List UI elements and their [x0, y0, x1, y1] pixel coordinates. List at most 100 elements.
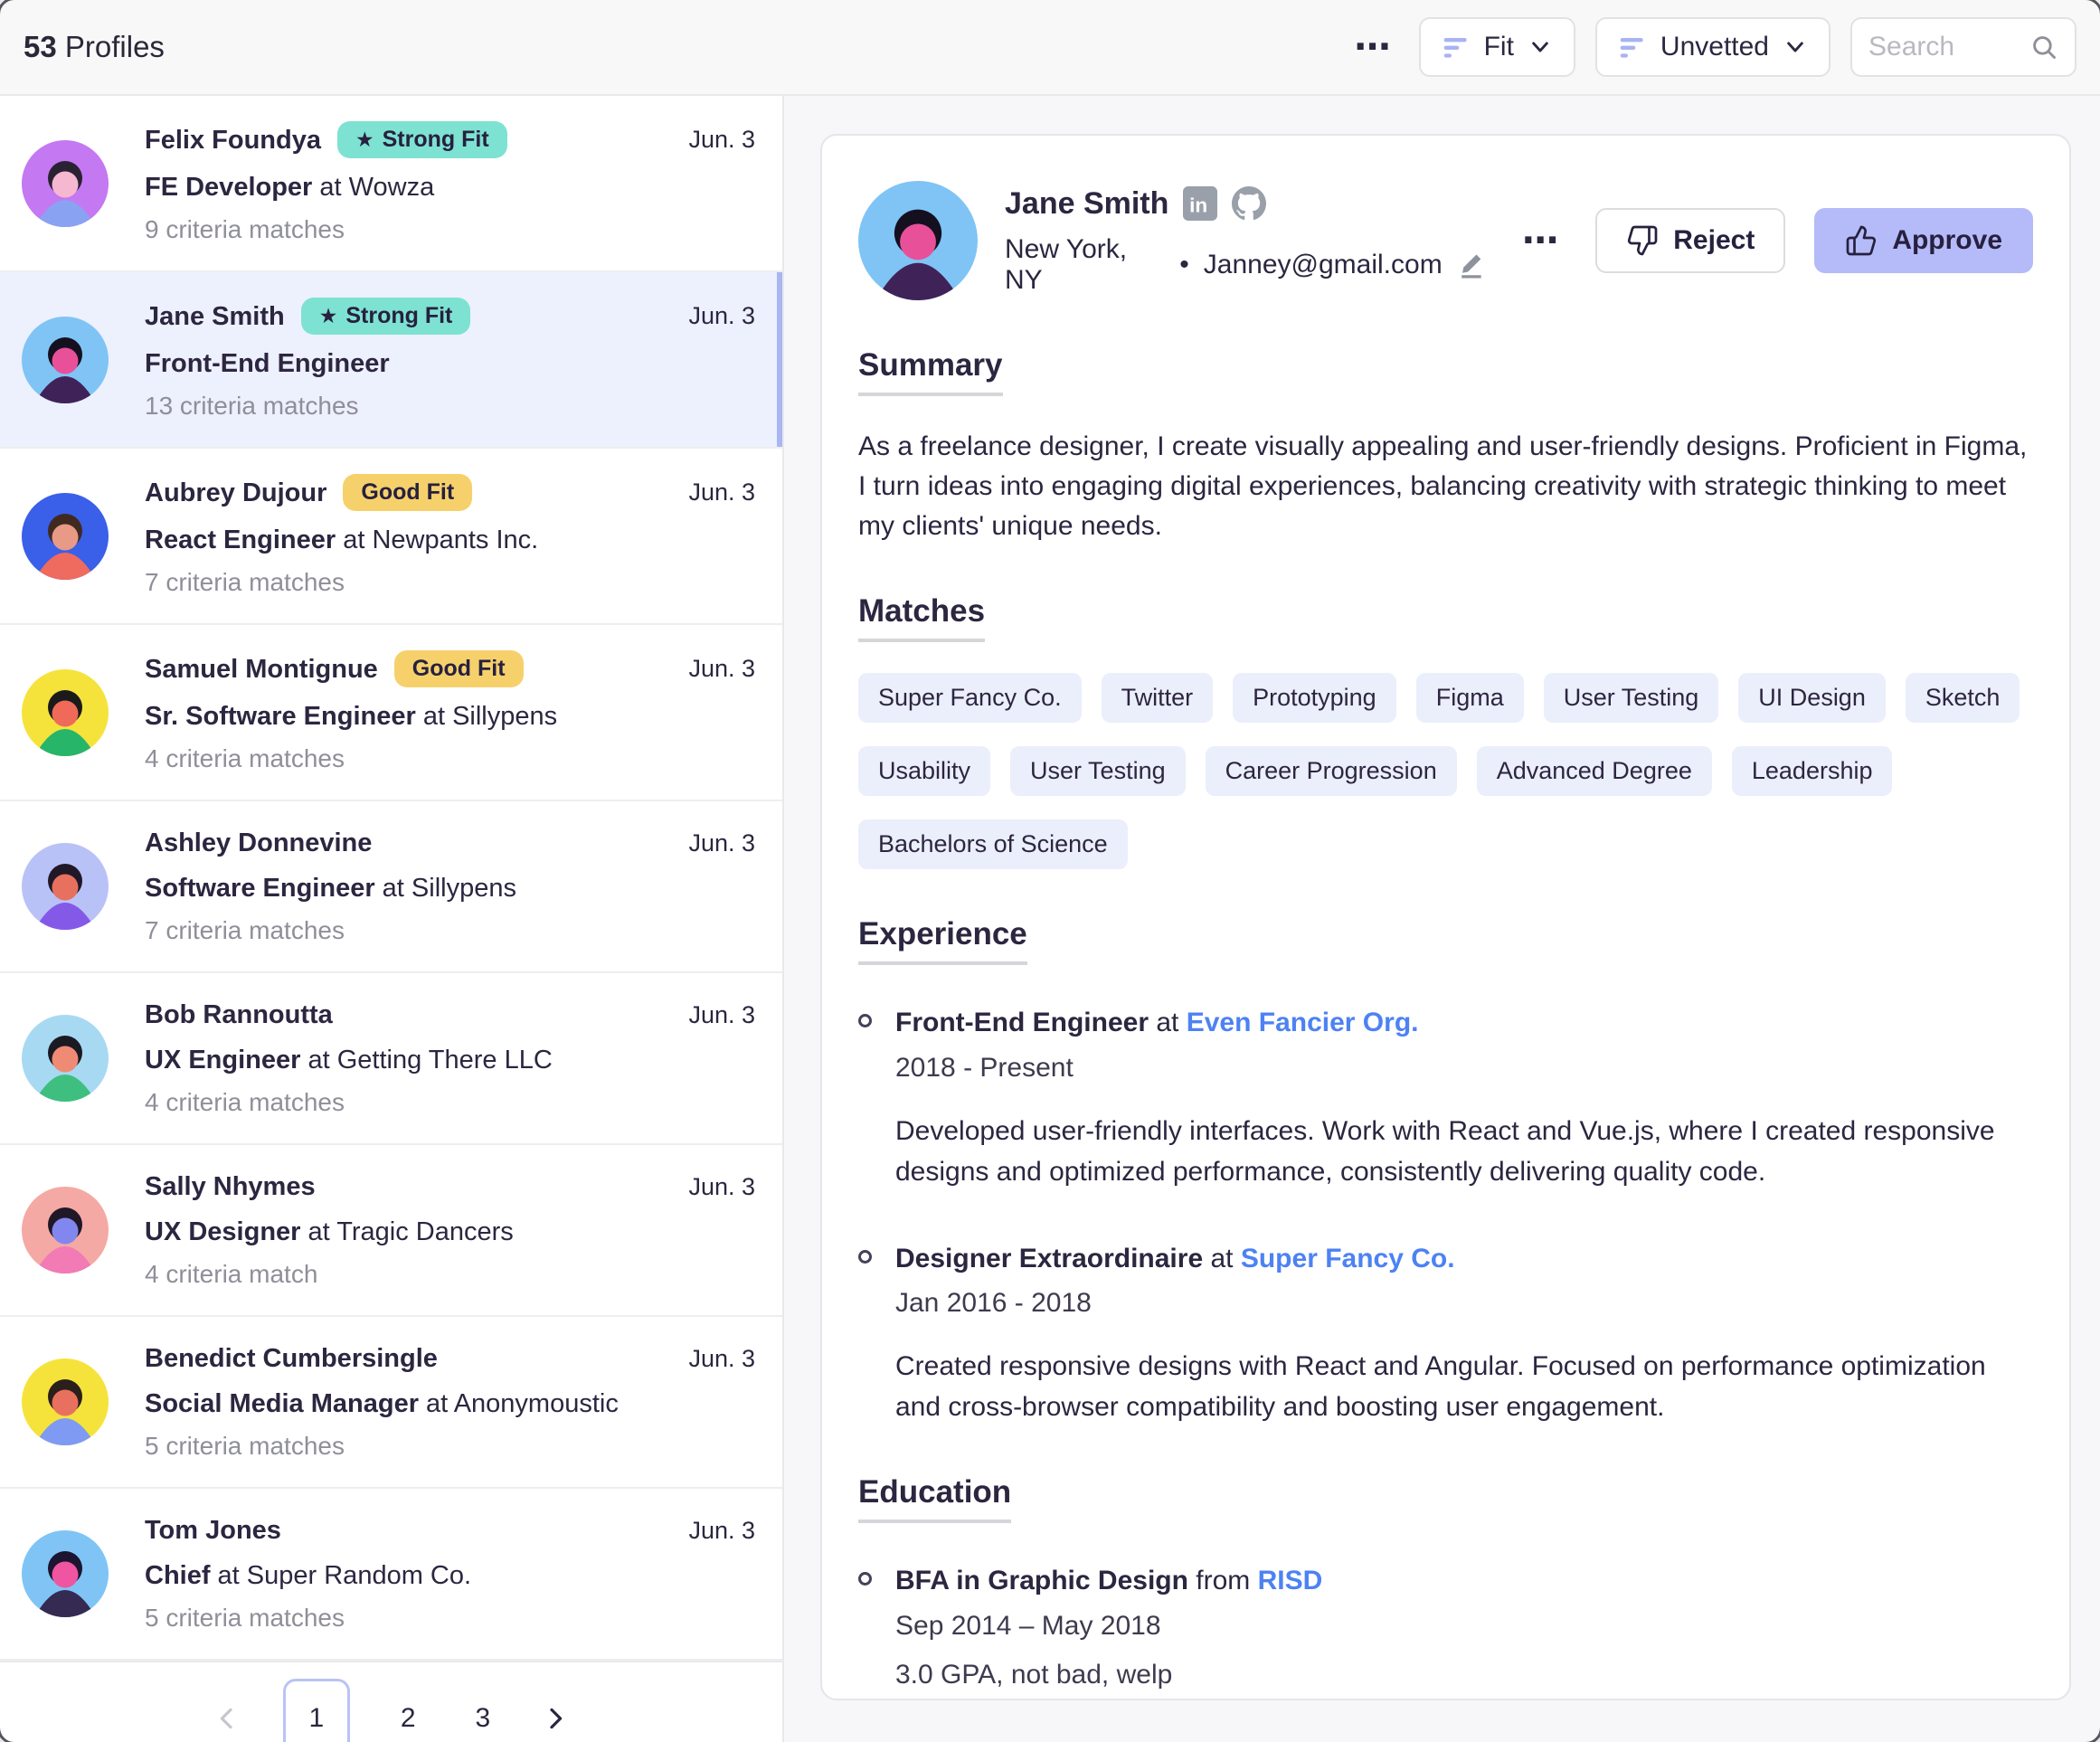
org-link[interactable]: Even Fancier Org. — [1187, 1008, 1419, 1037]
candidate-name: Bob Rannoutta — [145, 999, 333, 1031]
approve-button[interactable]: Approve — [1814, 208, 2033, 273]
fit-filter-label: Fit — [1484, 32, 1514, 62]
avatar — [22, 1359, 109, 1445]
item-date: Jun. 3 — [688, 1001, 755, 1029]
education-note: 3.0 GPA, not bad, welp — [895, 1660, 1322, 1690]
match-tag: User Testing — [1010, 746, 1186, 796]
profile-header: Jane Smith in New York, NY • — [858, 181, 2033, 300]
top-bar: 53 Profiles ⋯ Fit Unvetted — [0, 0, 2100, 96]
item-date: Jun. 3 — [688, 655, 755, 683]
next-page-button[interactable] — [541, 1704, 570, 1733]
match-tag: UI Design — [1738, 673, 1886, 723]
bullet-icon — [858, 1014, 872, 1027]
experience-heading: Experience — [858, 916, 1027, 965]
edit-pencil-icon[interactable] — [1457, 250, 1487, 280]
item-role-line: UX Designer at Tragic Dancers — [145, 1216, 755, 1248]
profile-more-icon[interactable]: ⋯ — [1513, 222, 1566, 259]
star-icon: ★ — [319, 306, 338, 327]
match-tag: Usability — [858, 746, 990, 796]
profile-avatar — [858, 181, 978, 300]
item-role-line: Software Engineer at Sillypens — [145, 872, 755, 904]
strong-fit-badge: ★Strong Fit — [301, 298, 471, 335]
bullet-icon — [858, 1250, 872, 1264]
experience-item: Front-End Engineer at Even Fancier Org. … — [858, 1005, 2033, 1192]
reject-button[interactable]: Reject — [1595, 208, 1785, 273]
list-item-selected[interactable]: Jane Smith ★Strong Fit Jun. 3 Front-End … — [0, 272, 782, 449]
match-tag: Super Fancy Co. — [858, 673, 1082, 723]
list-item[interactable]: Felix Foundya ★Strong Fit Jun. 3 FE Deve… — [0, 96, 782, 272]
avatar — [22, 1530, 109, 1617]
avatar — [22, 493, 109, 580]
match-tag: Advanced Degree — [1477, 746, 1712, 796]
page-1-button[interactable]: 1 — [283, 1679, 350, 1742]
list-item[interactable]: Bob Rannoutta Jun. 3 UX Engineer at Gett… — [0, 973, 782, 1145]
item-role-line: Sr. Software Engineer at Sillypens — [145, 700, 755, 733]
search-input[interactable] — [1868, 32, 2020, 62]
fit-filter-dropdown[interactable]: Fit — [1419, 17, 1575, 77]
list-item[interactable]: Benedict Cumbersingle Jun. 3 Social Medi… — [0, 1317, 782, 1489]
match-tag: Career Progression — [1206, 746, 1457, 796]
list-item[interactable]: Tom Jones Jun. 3 Chief at Super Random C… — [0, 1489, 782, 1661]
page-2-button[interactable]: 2 — [392, 1698, 425, 1739]
prev-page-button[interactable] — [213, 1704, 241, 1733]
criteria-matches: 7 criteria matches — [145, 915, 755, 946]
avatar — [22, 1015, 109, 1102]
list-item[interactable]: Ashley Donnevine Jun. 3 Software Enginee… — [0, 801, 782, 973]
thumbs-up-icon — [1845, 224, 1878, 257]
profile-name: Jane Smith — [1005, 186, 1168, 222]
match-tag: Sketch — [1906, 673, 2020, 723]
summary-heading: Summary — [858, 347, 1003, 396]
candidate-name: Tom Jones — [145, 1514, 281, 1547]
candidate-name: Felix Foundya — [145, 124, 321, 156]
page-3-button[interactable]: 3 — [467, 1698, 500, 1739]
profile-list-panel: Felix Foundya ★Strong Fit Jun. 3 FE Deve… — [0, 96, 784, 1742]
match-tag: Figma — [1416, 673, 1524, 723]
criteria-matches: 4 criteria matches — [145, 1087, 755, 1118]
profile-email: Janney@gmail.com — [1204, 250, 1443, 280]
experience-dates: Jan 2016 - 2018 — [895, 1288, 2033, 1319]
search-box[interactable] — [1850, 17, 2076, 77]
criteria-matches: 9 criteria matches — [145, 214, 755, 245]
detail-panel: Jane Smith in New York, NY • — [784, 96, 2100, 1742]
vetted-filter-label: Unvetted — [1660, 32, 1769, 62]
experience-title: Designer Extraordinaire at Super Fancy C… — [895, 1241, 2033, 1278]
thumbs-down-icon — [1626, 224, 1659, 257]
avatar — [22, 1187, 109, 1273]
main-content: Felix Foundya ★Strong Fit Jun. 3 FE Deve… — [0, 96, 2100, 1742]
item-date: Jun. 3 — [688, 1517, 755, 1545]
candidate-name: Jane Smith — [145, 300, 285, 333]
candidate-name: Sally Nhymes — [145, 1170, 316, 1203]
item-date: Jun. 3 — [688, 829, 755, 857]
list-item[interactable]: Samuel Montignue Good Fit Jun. 3 Sr. Sof… — [0, 625, 782, 801]
filter-icon — [1443, 33, 1470, 61]
candidate-name: Benedict Cumbersingle — [145, 1342, 438, 1375]
summary-text: As a freelance designer, I create visual… — [858, 427, 2033, 546]
toolbar-more-icon[interactable]: ⋯ — [1346, 29, 1399, 65]
good-fit-badge: Good Fit — [343, 474, 472, 511]
chevron-down-icon — [1528, 35, 1552, 59]
linkedin-icon[interactable]: in — [1183, 186, 1217, 221]
strong-fit-badge: ★Strong Fit — [337, 121, 507, 158]
profile-location: New York, NY — [1005, 234, 1165, 296]
experience-description: Developed user-friendly interfaces. Work… — [895, 1111, 2033, 1192]
education-title: BFA in Graphic Design from RISD — [895, 1563, 1322, 1600]
list-item[interactable]: Sally Nhymes Jun. 3 UX Designer at Tragi… — [0, 1145, 782, 1317]
vetted-filter-dropdown[interactable]: Unvetted — [1595, 17, 1830, 77]
page-title: 53 Profiles — [24, 30, 165, 64]
item-role-line: Social Media Manager at Anonymoustic — [145, 1387, 755, 1420]
profile-card: Jane Smith in New York, NY • — [820, 134, 2071, 1700]
search-icon — [2029, 33, 2058, 62]
filter-icon — [1619, 33, 1646, 61]
match-tag: Twitter — [1102, 673, 1214, 723]
school-link[interactable]: RISD — [1258, 1566, 1323, 1595]
org-link[interactable]: Super Fancy Co. — [1241, 1244, 1455, 1273]
svg-text:in: in — [1190, 194, 1208, 217]
item-date: Jun. 3 — [688, 302, 755, 330]
experience-description: Created responsive designs with React an… — [895, 1346, 2033, 1427]
candidate-name: Samuel Montignue — [145, 653, 378, 686]
list-item[interactable]: Aubrey Dujour Good Fit Jun. 3 React Engi… — [0, 449, 782, 625]
candidate-name: Aubrey Dujour — [145, 477, 326, 509]
criteria-matches: 5 criteria matches — [145, 1603, 755, 1633]
github-icon[interactable] — [1232, 186, 1266, 221]
pagination: 1 2 3 — [0, 1661, 782, 1742]
